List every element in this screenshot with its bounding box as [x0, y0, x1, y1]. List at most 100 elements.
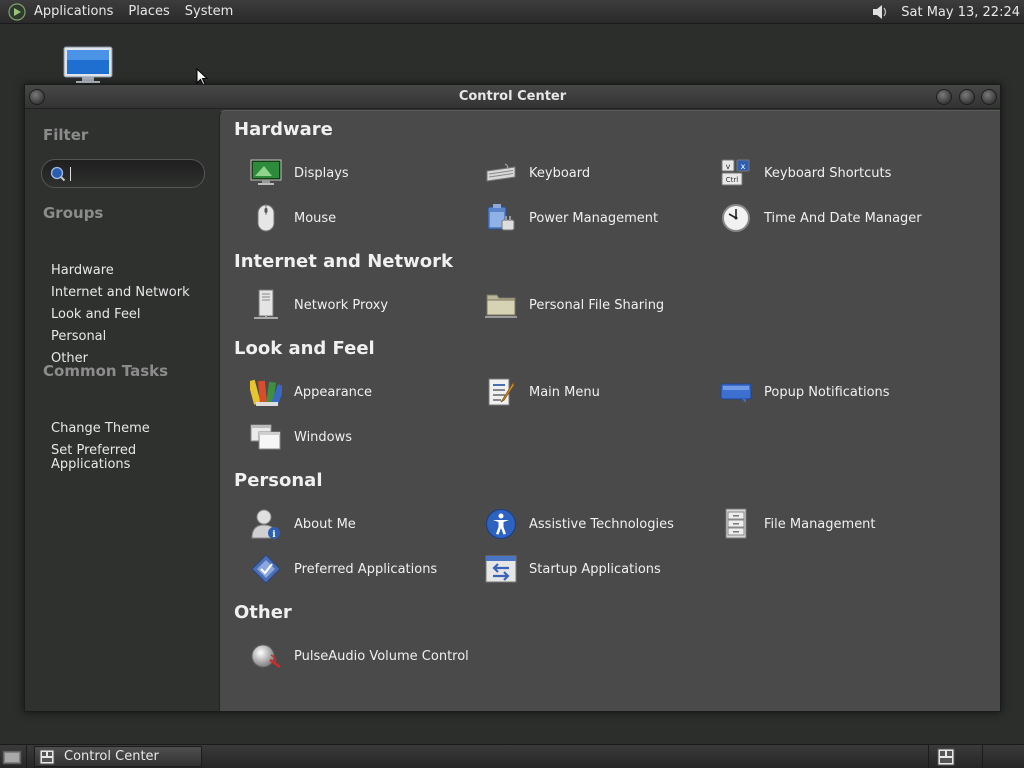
item-startup-applications[interactable]: Startup Applications	[484, 552, 661, 586]
section-title-internet-network: Internet and Network	[234, 251, 453, 272]
network-proxy-icon	[249, 288, 283, 322]
item-label: Power Management	[529, 210, 659, 226]
group-link-personal[interactable]: Personal	[51, 326, 190, 348]
mouse-icon	[249, 201, 283, 235]
item-personal-file-sharing[interactable]: Personal File Sharing	[484, 288, 664, 322]
clock-icon	[719, 201, 753, 235]
common-tasks-list: Change Theme Set Preferred Applications	[51, 418, 150, 472]
svg-text:i: i	[272, 530, 276, 540]
item-label: Keyboard	[529, 165, 591, 181]
item-keyboard-shortcuts[interactable]: v x Ctrl Keyboard Shortcuts	[719, 156, 891, 190]
system-menu[interactable]: System	[185, 4, 233, 19]
item-label: Keyboard Shortcuts	[764, 165, 892, 181]
clock[interactable]: Sat May 13, 22:24	[901, 5, 1020, 20]
section-title-other: Other	[234, 602, 292, 623]
settings-content: Hardware Displays Keyboard v x Ctrl Keyb…	[219, 110, 1000, 711]
window-title: Control Center	[458, 89, 567, 104]
item-label: About Me	[294, 516, 356, 532]
panel-tray: Sat May 13, 22:24	[869, 0, 1024, 24]
panel-separator	[982, 745, 983, 768]
folder-share-icon	[484, 288, 518, 322]
control-center-icon	[39, 749, 55, 765]
sidebar: Filter Groups Hardware Internet and Netw…	[25, 110, 219, 711]
taskbar-button-control-center[interactable]: Control Center	[34, 746, 202, 767]
speaker-icon[interactable]	[869, 1, 891, 23]
gnome-foot-icon[interactable]	[6, 1, 28, 23]
filter-input[interactable]	[70, 166, 200, 181]
item-label: Mouse	[294, 210, 337, 226]
groups-heading: Groups	[43, 204, 104, 222]
file-cabinet-icon	[719, 507, 753, 541]
window-titlebar[interactable]: Control Center	[25, 85, 1000, 109]
item-label: Main Menu	[529, 384, 600, 400]
item-label: Assistive Technologies	[529, 516, 674, 532]
panel-separator	[928, 745, 929, 768]
item-label: Preferred Applications	[294, 561, 438, 577]
group-link-look-feel[interactable]: Look and Feel	[51, 304, 190, 326]
places-menu[interactable]: Places	[128, 4, 169, 19]
item-label: Popup Notifications	[764, 384, 890, 400]
taskbar-button-label: Control Center	[64, 749, 159, 764]
battery-plug-icon	[484, 201, 518, 235]
item-mouse[interactable]: Mouse	[249, 201, 336, 235]
applications-menu[interactable]: Applications	[34, 4, 113, 19]
item-time-date-manager[interactable]: Time And Date Manager	[719, 201, 922, 235]
windows-icon	[249, 420, 283, 454]
control-center-window: Control Center Filter Groups Hardware In…	[24, 84, 1001, 712]
svg-text:x: x	[741, 162, 746, 171]
color-swatches-icon	[249, 375, 283, 409]
accessibility-icon	[484, 507, 518, 541]
item-label: File Management	[764, 516, 876, 532]
filter-search-box[interactable]	[41, 159, 205, 188]
close-button[interactable]	[981, 89, 997, 105]
item-pulseaudio-volume-control[interactable]: PulseAudio Volume Control	[249, 639, 469, 673]
monitor-icon	[249, 156, 283, 190]
item-network-proxy[interactable]: Network Proxy	[249, 288, 388, 322]
minimize-button[interactable]	[936, 89, 952, 105]
section-title-look-feel: Look and Feel	[234, 338, 375, 359]
preferred-apps-icon	[249, 552, 283, 586]
search-icon	[50, 166, 66, 182]
group-link-hardware[interactable]: Hardware	[51, 260, 190, 282]
task-set-preferred-applications[interactable]: Set Preferred Applications	[51, 440, 141, 472]
common-tasks-heading: Common Tasks	[43, 362, 169, 380]
svg-text:Ctrl: Ctrl	[726, 176, 739, 184]
maximize-button[interactable]	[959, 89, 975, 105]
item-power-management[interactable]: Power Management	[484, 201, 658, 235]
computer-desktop-icon[interactable]	[62, 46, 114, 84]
group-link-internet-network[interactable]: Internet and Network	[51, 282, 190, 304]
section-title-hardware: Hardware	[234, 119, 333, 140]
item-appearance[interactable]: Appearance	[249, 375, 372, 409]
user-info-icon: i	[249, 507, 283, 541]
keyboard-icon	[484, 156, 518, 190]
top-panel: Applications Places System Sat May 13, 2…	[0, 0, 1024, 24]
item-displays[interactable]: Displays	[249, 156, 349, 190]
item-label: Startup Applications	[529, 561, 661, 577]
item-label: Network Proxy	[294, 297, 389, 313]
item-label: Displays	[294, 165, 349, 181]
section-title-personal: Personal	[234, 470, 323, 491]
item-keyboard[interactable]: Keyboard	[484, 156, 590, 190]
svg-text:v: v	[726, 162, 731, 171]
item-about-me[interactable]: i About Me	[249, 507, 356, 541]
task-change-theme[interactable]: Change Theme	[51, 418, 150, 440]
item-label: Windows	[294, 429, 353, 445]
bottom-panel: Control Center	[0, 744, 1024, 768]
item-assistive-technologies[interactable]: Assistive Technologies	[484, 507, 674, 541]
item-preferred-applications[interactable]: Preferred Applications	[249, 552, 437, 586]
window-menu-button[interactable]	[29, 89, 45, 105]
pulseaudio-icon	[249, 639, 283, 673]
panel-separator	[26, 745, 27, 768]
item-label: Appearance	[294, 384, 373, 400]
item-popup-notifications[interactable]: Popup Notifications	[719, 375, 890, 409]
item-file-management[interactable]: File Management	[719, 507, 876, 541]
menu-editor-icon	[484, 375, 518, 409]
show-desktop-icon[interactable]	[2, 748, 22, 766]
groups-list: Hardware Internet and Network Look and F…	[51, 260, 190, 370]
tray-control-center-icon[interactable]	[937, 748, 955, 766]
filter-heading: Filter	[43, 126, 89, 144]
item-label: Time And Date Manager	[764, 210, 922, 226]
notification-bubble-icon	[719, 375, 753, 409]
item-main-menu[interactable]: Main Menu	[484, 375, 600, 409]
item-windows[interactable]: Windows	[249, 420, 352, 454]
